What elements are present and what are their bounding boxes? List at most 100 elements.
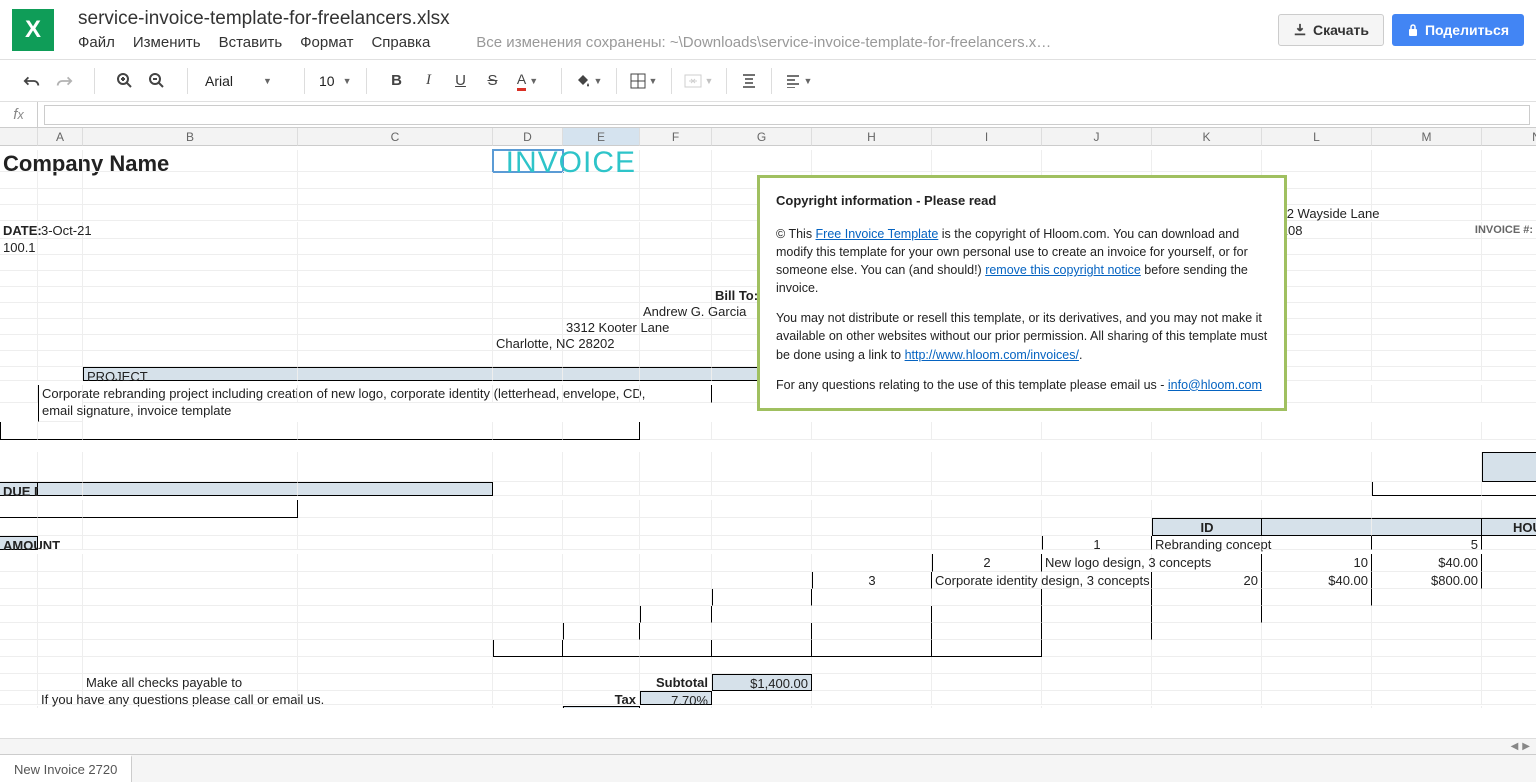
cell[interactable] xyxy=(298,518,493,536)
cell[interactable] xyxy=(493,482,563,496)
cell[interactable] xyxy=(298,452,493,482)
select-all-corner[interactable] xyxy=(0,128,38,146)
cell[interactable] xyxy=(712,422,812,440)
cell[interactable] xyxy=(1372,657,1482,674)
cell[interactable] xyxy=(83,189,298,205)
cell[interactable] xyxy=(298,205,493,221)
cell[interactable] xyxy=(298,303,493,319)
cell[interactable] xyxy=(932,482,1042,496)
cell[interactable] xyxy=(493,554,563,572)
cell[interactable] xyxy=(712,623,812,640)
cell[interactable] xyxy=(712,606,812,623)
cell[interactable] xyxy=(38,500,83,518)
cell[interactable] xyxy=(932,657,1042,674)
cell[interactable] xyxy=(1152,623,1262,640)
cell[interactable] xyxy=(298,255,493,271)
cell[interactable] xyxy=(83,255,298,271)
column-header[interactable]: N xyxy=(1482,128,1536,146)
cell[interactable] xyxy=(932,606,1042,623)
cell[interactable] xyxy=(298,367,493,381)
halign-button[interactable]: ▼ xyxy=(780,67,818,95)
underline-button[interactable]: U xyxy=(447,67,475,95)
cell[interactable] xyxy=(83,205,298,221)
cell[interactable] xyxy=(0,303,38,319)
cell[interactable] xyxy=(493,422,563,440)
cell[interactable] xyxy=(640,623,712,640)
cell[interactable] xyxy=(38,589,83,606)
cell[interactable] xyxy=(563,572,640,589)
cell[interactable] xyxy=(83,572,298,589)
zoom-in-button[interactable] xyxy=(111,67,139,95)
cell[interactable] xyxy=(563,255,640,271)
cell[interactable] xyxy=(640,335,712,351)
cell[interactable] xyxy=(38,255,83,271)
cell[interactable] xyxy=(38,452,83,482)
cell[interactable] xyxy=(0,319,38,335)
cell[interactable] xyxy=(1372,319,1482,335)
cell[interactable] xyxy=(812,500,932,518)
zoom-out-button[interactable] xyxy=(143,67,171,95)
column-header[interactable]: I xyxy=(932,128,1042,146)
menu-insert[interactable]: Вставить xyxy=(219,34,283,51)
cell[interactable] xyxy=(493,589,563,606)
cell[interactable] xyxy=(0,422,38,440)
cell[interactable] xyxy=(1482,482,1536,496)
cell[interactable] xyxy=(1482,706,1536,708)
cell[interactable] xyxy=(1482,150,1536,172)
share-button[interactable]: Поделиться xyxy=(1392,14,1524,46)
cell[interactable] xyxy=(0,606,38,623)
italic-button[interactable]: I xyxy=(415,67,443,95)
cell[interactable] xyxy=(0,367,38,381)
cell[interactable] xyxy=(83,335,298,351)
cell[interactable] xyxy=(0,674,38,691)
cell[interactable] xyxy=(1262,589,1372,606)
cell[interactable] xyxy=(493,674,563,691)
cell[interactable] xyxy=(563,367,640,381)
cell[interactable] xyxy=(1152,674,1262,691)
cell[interactable]: DATE: xyxy=(0,222,38,239)
cell[interactable] xyxy=(38,172,83,189)
strike-button[interactable]: S xyxy=(479,67,507,95)
column-header[interactable]: G xyxy=(712,128,812,146)
cell[interactable] xyxy=(493,367,563,381)
cell[interactable] xyxy=(493,518,563,536)
cell[interactable] xyxy=(1152,500,1262,518)
cell[interactable] xyxy=(83,422,298,440)
cell[interactable] xyxy=(640,536,712,550)
cell[interactable] xyxy=(1372,150,1482,172)
cell[interactable] xyxy=(640,287,712,303)
cell[interactable] xyxy=(83,271,298,287)
cell[interactable] xyxy=(1372,287,1482,303)
cell[interactable] xyxy=(812,589,932,606)
cell[interactable] xyxy=(1482,691,1536,705)
cell[interactable] xyxy=(1372,271,1482,287)
cell[interactable] xyxy=(1262,500,1372,518)
cell[interactable] xyxy=(640,422,712,440)
cell[interactable] xyxy=(932,518,1042,536)
cell[interactable] xyxy=(712,657,812,674)
cell[interactable]: Corporate identity design, 3 concepts xyxy=(932,572,1042,589)
cell[interactable] xyxy=(1372,691,1482,705)
cell[interactable] xyxy=(712,150,812,172)
cell[interactable] xyxy=(812,706,932,708)
column-header[interactable]: A xyxy=(38,128,83,146)
cell[interactable] xyxy=(932,589,1042,606)
menu-edit[interactable]: Изменить xyxy=(133,34,201,51)
cell[interactable] xyxy=(493,239,563,255)
cell[interactable] xyxy=(493,222,563,239)
cell[interactable] xyxy=(812,482,932,496)
cell[interactable] xyxy=(1372,222,1482,239)
cell[interactable] xyxy=(1152,640,1262,657)
cell[interactable] xyxy=(0,287,38,303)
cell[interactable] xyxy=(640,606,712,623)
download-button[interactable]: Скачать xyxy=(1278,14,1384,46)
cell[interactable] xyxy=(83,657,298,674)
cell[interactable] xyxy=(493,623,563,640)
cell[interactable] xyxy=(298,271,493,287)
cell[interactable] xyxy=(0,172,38,189)
cell[interactable] xyxy=(712,500,812,518)
cell[interactable] xyxy=(0,554,38,572)
cell[interactable] xyxy=(38,623,83,640)
cell[interactable]: Total xyxy=(493,706,563,708)
cell[interactable] xyxy=(0,335,38,351)
